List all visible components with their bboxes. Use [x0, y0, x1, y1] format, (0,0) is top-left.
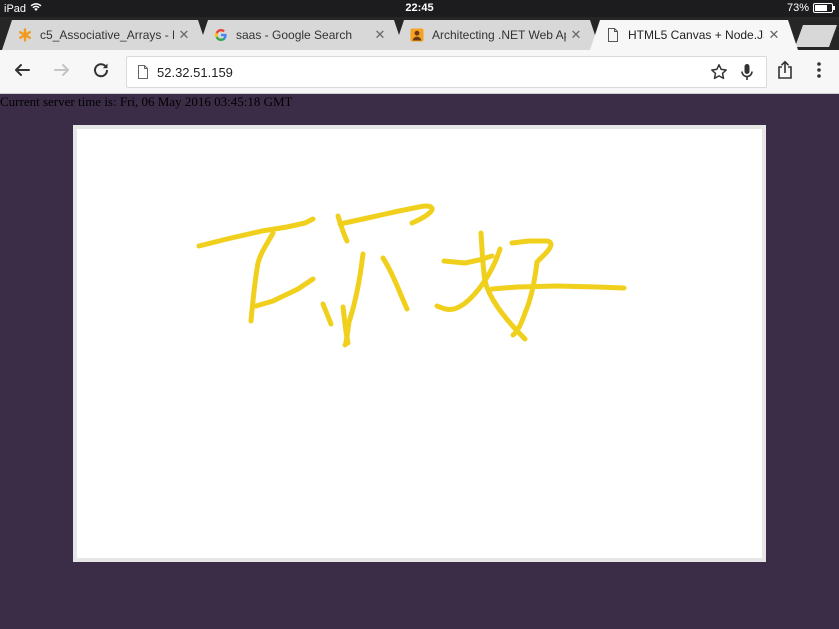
tab-architecting-net[interactable]: Architecting .NET Web Appli ✕: [394, 20, 600, 50]
stroke: [337, 203, 435, 227]
battery-percent: 73%: [786, 2, 809, 14]
tab-associative-arrays[interactable]: c5_Associative_Arrays - DAT ✕: [2, 20, 208, 50]
arrow-right-icon: [53, 61, 71, 84]
browser-toolbar: 52.32.51.159: [0, 50, 839, 94]
back-button[interactable]: [10, 60, 34, 84]
new-tab-button[interactable]: [795, 25, 837, 47]
menu-button[interactable]: [810, 60, 828, 85]
reload-button[interactable]: [89, 60, 113, 84]
tab-google-search[interactable]: saas - Google Search ✕: [198, 20, 404, 50]
stroke: [320, 301, 334, 327]
video-person-icon: [410, 28, 424, 42]
google-g-icon: [214, 28, 228, 42]
page-info-icon[interactable]: [137, 65, 149, 84]
battery-icon: [813, 3, 835, 13]
stroke: [335, 213, 350, 244]
stroke: [489, 283, 627, 292]
url-text[interactable]: 52.32.51.159: [157, 65, 233, 80]
handwriting-drawing: [196, 203, 627, 348]
close-icon[interactable]: ✕: [178, 27, 190, 43]
close-icon[interactable]: ✕: [768, 27, 780, 43]
microphone-icon[interactable]: [740, 63, 754, 86]
stroke: [509, 238, 554, 265]
status-bar: iPad 22:45 73%: [0, 0, 839, 17]
stroke: [380, 255, 410, 312]
arrow-left-icon: [13, 61, 31, 84]
close-icon[interactable]: ✕: [374, 27, 386, 43]
address-bar[interactable]: 52.32.51.159: [126, 56, 767, 88]
stroke: [510, 259, 540, 338]
tab-title: saas - Google Search: [236, 28, 353, 42]
more-vertical-icon: [810, 62, 828, 84]
page-icon: [606, 28, 620, 42]
forward-button[interactable]: [50, 60, 74, 84]
status-right: 73%: [786, 2, 835, 14]
stroke: [196, 216, 316, 249]
orange-asterisk-icon: [18, 28, 32, 42]
stroke: [253, 276, 316, 309]
drawing-canvas[interactable]: [77, 129, 762, 558]
canvas-frame: [73, 125, 766, 562]
server-time-text: Current server time is: Fri, 06 May 2016…: [0, 94, 293, 109]
tab-title: HTML5 Canvas + Node.JS S: [628, 28, 764, 42]
tab-title: c5_Associative_Arrays - DAT: [40, 28, 169, 42]
close-icon[interactable]: ✕: [570, 27, 582, 43]
share-icon: [776, 60, 794, 84]
reload-icon: [92, 61, 110, 84]
bookmark-star-icon[interactable]: [710, 63, 728, 86]
tab-title: Architecting .NET Web Appli: [432, 28, 564, 42]
tab-strip: c5_Associative_Arrays - DAT ✕ saas - Goo…: [0, 17, 839, 50]
tab-html5-canvas[interactable]: HTML5 Canvas + Node.JS S ✕: [590, 20, 798, 50]
share-button[interactable]: [776, 60, 794, 85]
status-time: 22:45: [405, 2, 434, 14]
stroke: [340, 304, 351, 346]
